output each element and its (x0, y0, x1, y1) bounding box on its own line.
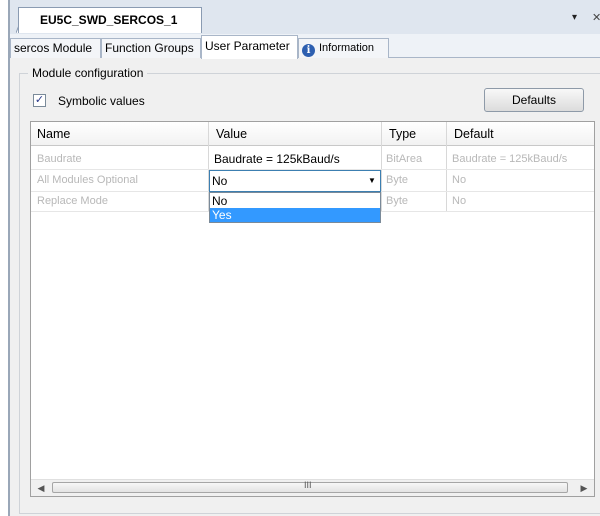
tab-information[interactable]: i Information (298, 38, 389, 58)
table-cell-default: No (452, 174, 467, 186)
column-divider (381, 122, 382, 212)
tab-user-parameter[interactable]: User Parameter (201, 35, 298, 59)
column-header-name[interactable]: Name (37, 127, 70, 141)
defaults-button[interactable]: Defaults (484, 88, 584, 112)
info-icon: i (302, 44, 315, 57)
table-cell-type: Byte (386, 174, 409, 186)
scroll-left-icon[interactable]: ◀ (33, 480, 49, 496)
value-combobox[interactable] (209, 170, 381, 192)
symbolic-values-checkbox[interactable]: ✓ (33, 94, 46, 107)
symbolic-values-label: Symbolic values (58, 94, 145, 108)
tab-label: Function Groups (105, 41, 194, 55)
table-cell-default: No (452, 195, 467, 207)
table-cell-type: BitArea (386, 153, 423, 165)
dropdown-option-no[interactable]: No (210, 194, 380, 208)
table-cell-name: All Modules Optional (37, 174, 138, 186)
close-icon[interactable]: ✕ (592, 11, 600, 24)
tab-label: sercos Module (14, 41, 93, 55)
document-tab-title: EU5C_SWD_SERCOS_1 (40, 13, 178, 27)
column-header-default[interactable]: Default (454, 127, 494, 141)
scrollbar-grip-icon: III (304, 480, 312, 490)
combobox-arrow-icon[interactable]: ▼ (368, 176, 376, 185)
column-header-value[interactable]: Value (216, 127, 247, 141)
group-title: Module configuration (28, 66, 148, 80)
tab-label: User Parameter (205, 39, 290, 53)
column-divider (446, 122, 447, 212)
table-cell-value[interactable]: Baudrate = 125kBaud/s (214, 152, 340, 166)
chevron-down-icon[interactable]: ▾ (572, 12, 577, 23)
combobox-selected-value: No (212, 174, 228, 188)
table-cell-default: Baudrate = 125kBaud/s (452, 153, 568, 165)
table-cell-name: Replace Mode (37, 195, 108, 207)
column-header-type[interactable]: Type (389, 127, 416, 141)
tab-function-groups[interactable]: Function Groups (101, 38, 201, 58)
table-cell-name: Baudrate (37, 153, 82, 165)
tab-label: Information (319, 42, 375, 54)
tab-sercos-module[interactable]: sercos Module (10, 38, 101, 58)
dropdown-option-yes[interactable]: Yes (210, 208, 380, 222)
table-cell-type: Byte (386, 195, 409, 207)
grid-header (31, 122, 594, 146)
scroll-right-icon[interactable]: ▶ (576, 480, 592, 496)
